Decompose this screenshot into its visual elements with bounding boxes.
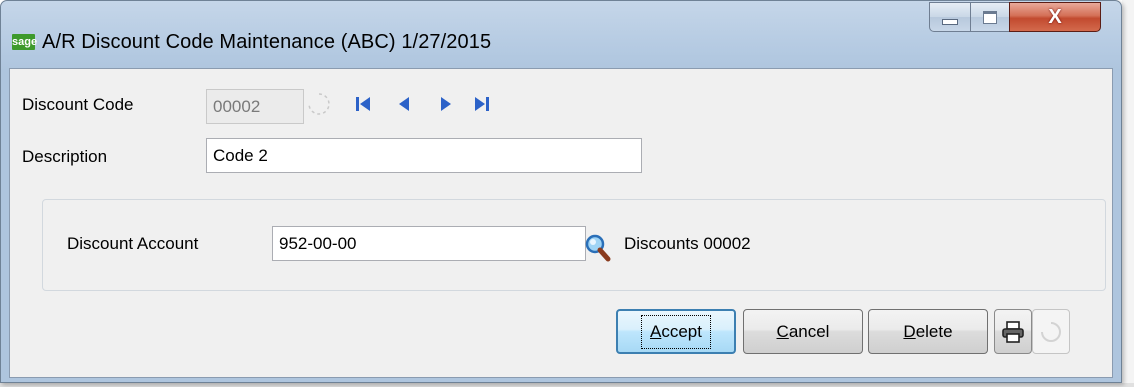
- close-button[interactable]: X: [1009, 2, 1101, 32]
- cancel-button[interactable]: Cancel: [743, 309, 863, 354]
- refresh-button[interactable]: [1032, 309, 1070, 354]
- background-window-strip: [0, 383, 1134, 387]
- spinner-icon: [306, 91, 332, 117]
- last-record-icon[interactable]: [470, 93, 492, 115]
- printer-icon: [1002, 320, 1024, 343]
- sage-logo: sage: [12, 34, 38, 50]
- previous-record-icon[interactable]: [394, 93, 416, 115]
- title-bar[interactable]: sage A/R Discount Code Maintenance (ABC)…: [1, 1, 1121, 67]
- maximize-button[interactable]: [970, 2, 1010, 32]
- next-record-icon[interactable]: [434, 93, 456, 115]
- discount-account-label: Discount Account: [67, 234, 199, 253]
- minimize-button[interactable]: [929, 2, 971, 32]
- magnifier-icon[interactable]: [584, 233, 612, 263]
- accept-button[interactable]: Accept: [616, 309, 736, 354]
- minimize-icon: [942, 19, 958, 25]
- print-button[interactable]: [994, 309, 1032, 354]
- description-input[interactable]: [206, 138, 642, 173]
- discount-code-label: Discount Code: [22, 95, 134, 114]
- refresh-icon: [1041, 321, 1061, 342]
- background-window: [1122, 0, 1134, 387]
- dialog-window: sage A/R Discount Code Maintenance (ABC)…: [0, 0, 1122, 383]
- close-icon: X: [1048, 6, 1062, 28]
- discount-account-name: Discounts 00002: [624, 234, 751, 253]
- form-area: Discount Code 00002 Description Code 2 D…: [9, 68, 1113, 378]
- window-title: A/R Discount Code Maintenance (ABC) 1/27…: [42, 31, 492, 53]
- accept-focus-ring: Accept: [641, 314, 711, 349]
- discount-code-input[interactable]: [206, 89, 304, 124]
- description-label: Description: [22, 147, 108, 166]
- delete-button[interactable]: Delete: [868, 309, 988, 354]
- maximize-icon: [983, 10, 997, 24]
- discount-account-input[interactable]: [272, 226, 586, 261]
- first-record-icon[interactable]: [353, 93, 375, 115]
